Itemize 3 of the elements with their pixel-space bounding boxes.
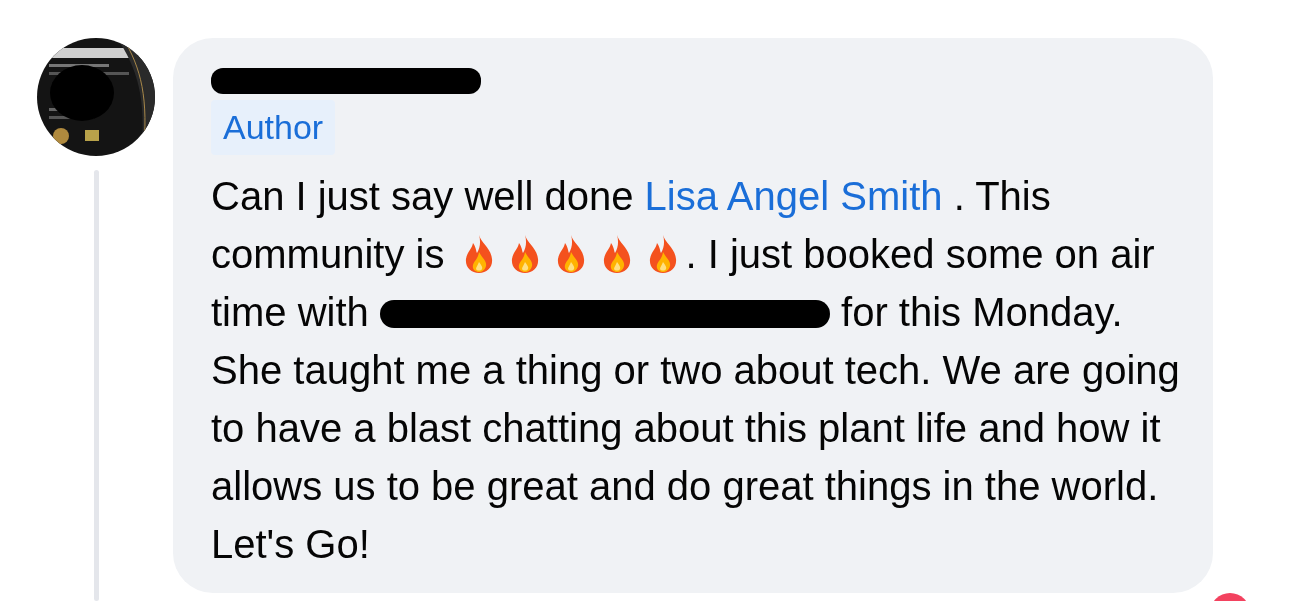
mention-link[interactable]: Lisa Angel Smith [644,174,943,218]
comment-text: Can I just say well done Lisa Angel Smith . This community is . I just booked some on air time with for this Monday. She taught me a thing or two about tech. We are going to have a blast chatting about this plant life and how it allows us to be great and do great things in the world. Let's Go! [211,173,1181,568]
author-badge: Author [211,100,336,155]
